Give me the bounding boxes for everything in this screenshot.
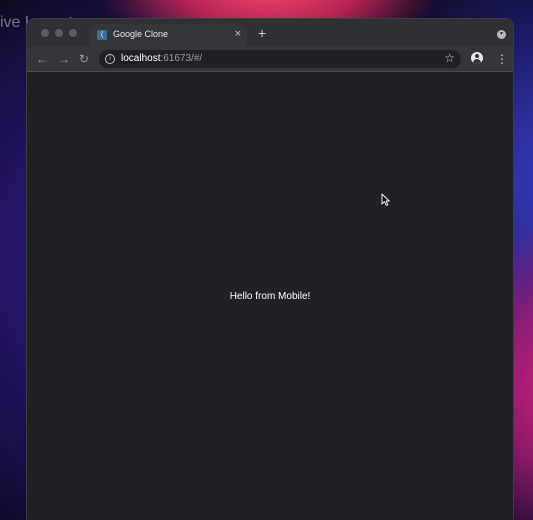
- profile-avatar-icon[interactable]: [471, 52, 483, 64]
- browser-toolbar: ← → ↻ i localhost:61673/#/ ☆ ⋮: [27, 47, 513, 72]
- bookmark-star-icon[interactable]: ☆: [444, 51, 455, 66]
- mouse-cursor-icon: [381, 193, 390, 206]
- reload-icon[interactable]: ↻: [79, 52, 89, 66]
- forward-arrow-icon[interactable]: →: [58, 52, 70, 66]
- page-viewport: Hello from Mobile!: [27, 72, 513, 520]
- more-menu-icon[interactable]: ⋮: [496, 52, 508, 66]
- new-tab-icon[interactable]: +: [258, 26, 266, 40]
- flutter-favicon-icon: ⟨: [97, 30, 107, 40]
- browser-window: ⟨ Google Clone × + ▾ ← → ↻ i localhost:6…: [27, 19, 513, 520]
- tab-google-clone[interactable]: ⟨ Google Clone ×: [89, 24, 247, 47]
- tab-strip: ⟨ Google Clone × + ▾: [27, 19, 513, 47]
- address-bar[interactable]: i localhost:61673/#/ ☆: [99, 50, 461, 68]
- site-info-icon[interactable]: i: [105, 54, 115, 64]
- close-window-button[interactable]: [41, 29, 49, 37]
- tab-title: Google Clone: [113, 29, 169, 39]
- url-text[interactable]: localhost:61673/#/: [121, 53, 202, 64]
- minimize-window-button[interactable]: [55, 29, 63, 37]
- tab-search-icon[interactable]: ▾: [497, 30, 506, 39]
- url-port-path: :61673/#/: [160, 53, 203, 64]
- hello-message: Hello from Mobile!: [229, 291, 311, 302]
- tab-close-icon[interactable]: ×: [235, 28, 241, 40]
- maximize-window-button[interactable]: [69, 29, 77, 37]
- url-host: localhost: [121, 53, 161, 64]
- back-arrow-icon[interactable]: ←: [36, 52, 48, 66]
